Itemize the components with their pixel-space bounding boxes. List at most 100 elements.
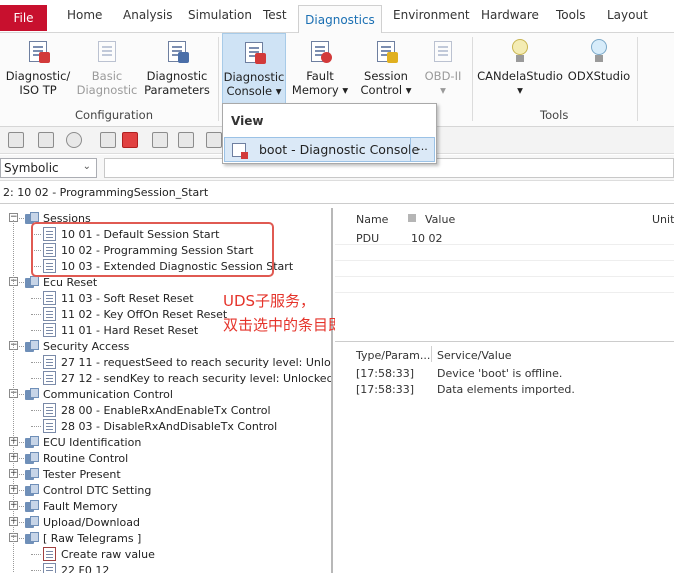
diagnostic-console-dropdown: View boot - Diagnostic Console ··· [222, 103, 437, 164]
diagnostic-console-icon [242, 40, 266, 64]
service-document-icon [43, 291, 56, 305]
tree-folder-node[interactable]: Tester Present [25, 466, 121, 482]
folder-icon [25, 467, 39, 481]
session-control-button[interactable]: Session Control ▾ [355, 33, 417, 109]
tree-folder-node[interactable]: Upload/Download [25, 514, 140, 530]
more-options-button[interactable]: ··· [410, 137, 434, 162]
column-header-unit[interactable]: Unit [652, 213, 674, 226]
service-document-icon [43, 323, 56, 337]
tree-folder-node[interactable]: Routine Control [25, 450, 128, 466]
app-window: File Home Analysis Simulation Test Diagn… [0, 0, 674, 573]
candelastudio-bulb-icon [508, 39, 532, 63]
odxstudio-button[interactable]: ODXStudio [566, 33, 632, 109]
tree-folder-node[interactable]: [ Raw Telegrams ] [25, 530, 141, 546]
tree-node-label: Communication Control [43, 387, 173, 401]
service-document-icon [43, 371, 56, 385]
tree-node-label: 27 11 - requestSeed to reach security le… [61, 355, 331, 369]
fault-memory-icon [308, 39, 332, 63]
tree-connector [19, 474, 24, 475]
tree-connector [19, 218, 24, 219]
folder-icon [25, 435, 39, 449]
folder-icon [25, 499, 39, 513]
folder-icon [25, 275, 39, 289]
annotation-line-1: UDS子服务， [223, 292, 316, 310]
obd-ii-icon [431, 39, 455, 63]
tree-service-node[interactable]: 11 02 - Key OffOn Reset Reset [43, 306, 227, 322]
tree-connector [31, 570, 41, 571]
tree-folder-node[interactable]: Fault Memory [25, 498, 118, 514]
folder-icon [25, 483, 39, 497]
tree-service-node[interactable]: 28 03 - DisableRxAndDisableTx Control [43, 418, 277, 434]
tree-service-node[interactable]: 11 03 - Soft Reset Reset [43, 290, 194, 306]
selected-service-status: 2: 10 02 - ProgrammingSession_Start [0, 182, 674, 204]
tab-environment[interactable]: Environment [393, 8, 470, 22]
basic-diagnostic-button[interactable]: Basic Diagnostic [76, 33, 138, 109]
obd-ii-button[interactable]: OBD-II ▾ [419, 33, 467, 109]
open-icon[interactable] [38, 132, 54, 148]
find-icon[interactable] [178, 132, 194, 148]
refresh-icon[interactable] [66, 132, 82, 148]
tree-connector [19, 490, 24, 491]
folder-icon [25, 531, 39, 545]
view-mode-select[interactable]: Symbolic ⌄ [0, 158, 97, 178]
boot-console-menu-item[interactable]: boot - Diagnostic Console ··· [224, 137, 435, 162]
tree-node-label: Fault Memory [43, 499, 118, 513]
tree-service-node[interactable]: 28 00 - EnableRxAndEnableTx Control [43, 402, 271, 418]
tree-folder-node[interactable]: ECU Identification [25, 434, 141, 450]
ribbon-group-separator [218, 37, 219, 121]
tab-analysis[interactable]: Analysis [123, 8, 172, 22]
column-divider [431, 346, 432, 362]
tree-connector [31, 330, 41, 331]
dropdown-heading: View [231, 114, 264, 128]
tree-service-node[interactable]: 11 01 - Hard Reset Reset [43, 322, 198, 338]
tree-folder-node[interactable]: Security Access [25, 338, 129, 354]
tree-node-label: 22 F0 12 [61, 563, 110, 573]
diagnostic-parameters-button[interactable]: Diagnostic Parameters [142, 33, 212, 109]
diagnostic-iso-tp-icon [26, 39, 50, 63]
grid-icon[interactable] [100, 132, 116, 148]
tab-hardware[interactable]: Hardware [481, 8, 539, 22]
service-document-icon [43, 419, 56, 433]
service-document-icon [43, 563, 56, 573]
tree-node-label: 28 03 - DisableRxAndDisableTx Control [61, 419, 278, 433]
tree-connector [31, 410, 41, 411]
tree-folder-node[interactable]: Communication Control [25, 386, 173, 402]
tab-test[interactable]: Test [263, 8, 287, 22]
tab-tools[interactable]: Tools [556, 8, 586, 22]
tab-diagnostics[interactable]: Diagnostics [298, 5, 382, 34]
highlight-box [31, 222, 274, 277]
grid-line [335, 276, 674, 277]
group-label-tools: Tools [540, 108, 569, 122]
tree-service-node[interactable]: 27 11 - requestSeed to reach security le… [43, 354, 331, 370]
tree-service-node[interactable]: Create raw value [43, 546, 155, 562]
tree-connector [31, 362, 41, 363]
column-header-service[interactable]: Service/Value [437, 349, 512, 362]
candelastudio-button[interactable]: CANdelaStudio ▾ [477, 33, 563, 109]
tree-service-node[interactable]: 27 12 - sendKey to reach security level:… [43, 370, 333, 386]
properties-icon[interactable] [152, 132, 168, 148]
diagnostic-iso-tp-button[interactable]: Diagnostic/ ISO TP [4, 33, 72, 109]
log-text: Device 'boot' is offline. [437, 367, 563, 380]
sort-icon [408, 214, 416, 222]
tree-service-node[interactable]: 22 F0 12 [43, 562, 109, 573]
tab-layout[interactable]: Layout [607, 8, 648, 22]
session-control-icon [374, 39, 398, 63]
tab-file[interactable]: File [0, 5, 47, 31]
basic-diagnostic-icon [95, 39, 119, 63]
column-header-name[interactable]: Name [356, 213, 388, 226]
tree-node-label: Control DTC Setting [43, 483, 152, 497]
ribbon-tab-bar: File Home Analysis Simulation Test Diagn… [0, 0, 674, 34]
tree-node-label: Create raw value [61, 547, 155, 561]
column-header-value[interactable]: Value [425, 213, 455, 226]
window-icon[interactable] [8, 132, 24, 148]
log-text: Data elements imported. [437, 383, 575, 396]
send-icon[interactable] [206, 132, 222, 148]
diagnostic-console-button[interactable]: Diagnostic Console ▾ [222, 33, 286, 109]
tree-node-label: 27 12 - sendKey to reach security level:… [61, 371, 333, 385]
tab-simulation[interactable]: Simulation [188, 8, 252, 22]
tab-home[interactable]: Home [67, 8, 102, 22]
delete-icon[interactable] [122, 132, 138, 148]
tree-folder-node[interactable]: Control DTC Setting [25, 482, 151, 498]
fault-memory-button[interactable]: Fault Memory ▾ [289, 33, 351, 109]
column-header-type[interactable]: Type/Param... [356, 349, 430, 362]
